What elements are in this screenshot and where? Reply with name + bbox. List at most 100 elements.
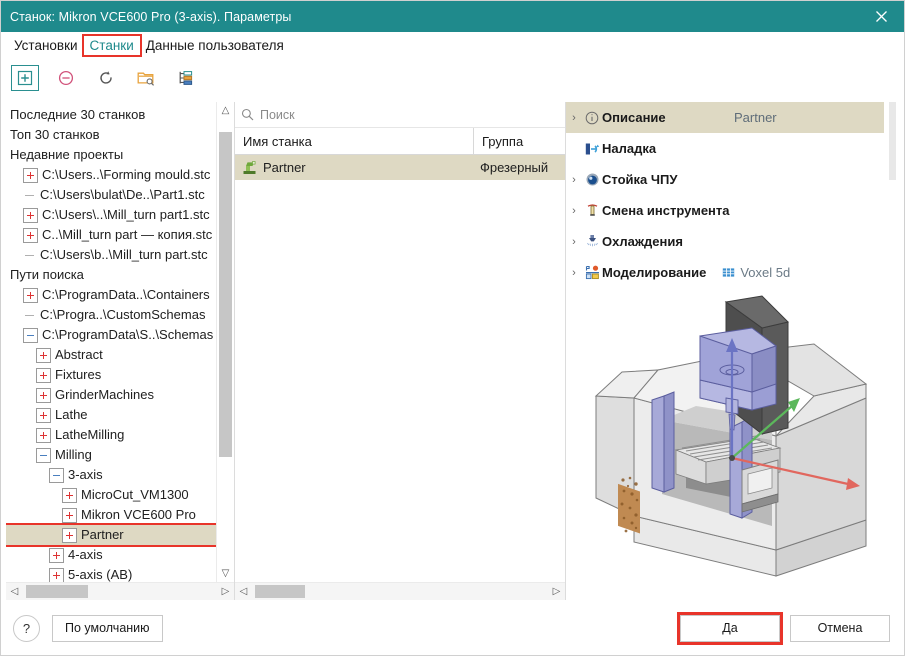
tree-item[interactable]: C:\Users..\Forming mould.stc [6,165,216,185]
expand-plus-icon[interactable] [36,428,51,443]
hscroll-thumb[interactable] [26,585,88,598]
expand-plus-icon[interactable] [36,348,51,363]
properties-scroll-thumb[interactable] [889,102,896,180]
menu-bar: Установки Станки Данные пользователя [1,32,904,59]
scroll-up-arrow[interactable]: △ [217,102,234,119]
table-hscroll-thumb[interactable] [255,585,305,598]
tree-item-selected[interactable]: Partner [6,525,216,545]
machine-tree[interactable]: Последние 30 станковТоп 30 станковНедавн… [6,102,216,582]
table-row[interactable]: Partner Фрезерный [235,155,565,180]
tree-item[interactable]: 3-axis [6,465,216,485]
cancel-button[interactable]: Отмена [790,615,890,642]
expand-plus-icon[interactable] [23,208,38,223]
collapse-minus-icon[interactable] [36,448,51,463]
expand-plus-icon[interactable] [23,288,38,303]
expand-plus-icon[interactable] [36,388,51,403]
expand-plus-icon[interactable] [49,568,64,583]
tree-item[interactable]: GrinderMachines [6,385,216,405]
scroll-thumb[interactable] [219,132,232,457]
property-row-coolant[interactable]: › Охлаждения [566,226,884,257]
scroll-left-arrow[interactable]: ◁ [6,586,23,597]
list-properties-button[interactable] [173,66,199,90]
tree-item-label: Топ 30 станков [10,125,100,145]
chevron-right-icon[interactable]: › [566,174,582,186]
tree-item[interactable]: Lathe [6,405,216,425]
expand-plus-icon[interactable] [49,548,64,563]
chevron-right-icon[interactable]: › [566,112,582,124]
scroll-down-arrow[interactable]: ▽ [217,565,234,582]
search-icon [241,108,254,121]
tree-item[interactable]: Milling [6,445,216,465]
list-tree-icon [178,70,194,86]
expand-plus-icon[interactable] [36,408,51,423]
expand-plus-icon[interactable] [36,368,51,383]
property-row-setup[interactable]: Наладка [566,133,884,164]
ok-button[interactable]: Да [680,615,780,642]
tree-scroll-area: Последние 30 станковТоп 30 станковНедавн… [6,102,234,582]
tree-item[interactable]: C:\Users\bulat\De..\Part1.stc [6,185,216,205]
collapse-minus-icon[interactable] [49,468,64,483]
property-row-cnc-controller[interactable]: › Стойка ЧПУ [566,164,884,195]
expand-plus-icon[interactable] [62,528,77,543]
column-header-group[interactable]: Группа [474,134,565,149]
collapse-minus-icon[interactable] [23,328,38,343]
property-value-simulation[interactable]: Voxel 5d [722,265,790,280]
cancel-button-wrapper: Отмена [790,615,890,642]
tree-item-label: C:\Users\b..\Mill_turn part.stc [40,245,208,265]
tree-item[interactable]: C:\ProgramData..\Containers [6,285,216,305]
property-row-simulation[interactable]: › Моделирование [566,257,884,288]
expand-plus-icon[interactable] [62,508,77,523]
column-header-name[interactable]: Имя станка [235,128,474,154]
table-scroll-right-arrow[interactable]: ▷ [548,586,565,597]
close-button[interactable] [858,1,904,32]
tree-item[interactable]: Недавние проекты [6,145,216,165]
tree-item[interactable]: Последние 30 станков [6,105,216,125]
simulation-icon [582,265,602,280]
tree-item[interactable]: 4-axis [6,545,216,565]
tree-item[interactable]: C:\Progra..\CustomSchemas [6,305,216,325]
expand-plus-icon[interactable] [23,228,38,243]
tree-vertical-scrollbar[interactable]: △ ▽ [216,102,234,582]
defaults-button[interactable]: По умолчанию [52,615,163,642]
tree-item[interactable]: Топ 30 станков [6,125,216,145]
chevron-right-icon[interactable]: › [566,205,582,217]
tree-item-label: Пути поиска [10,265,84,285]
menu-item-user-data[interactable]: Данные пользователя [140,36,290,55]
table-horizontal-scrollbar[interactable]: ◁ ▷ [235,582,565,600]
tree-item[interactable]: LatheMilling [6,425,216,445]
browse-folder-button[interactable] [133,66,159,90]
property-label: Смена инструмента [602,203,730,218]
refresh-button[interactable] [93,66,119,90]
property-value[interactable]: Partner [734,110,884,125]
property-row-description[interactable]: › Описание Partner [566,102,884,133]
table-body: Partner Фрезерный [235,155,565,582]
menu-item-ustanovki[interactable]: Установки [8,36,84,55]
tree-item[interactable]: C:\Users\..\Mill_turn part1.stc [6,205,216,225]
scroll-right-arrow[interactable]: ▷ [217,586,234,597]
chevron-right-icon[interactable]: › [566,267,582,279]
tree-item[interactable]: 5-axis (AB) [6,565,216,582]
tree-item[interactable]: Fixtures [6,365,216,385]
machine-3d-viewport[interactable] [566,288,899,600]
tree-item[interactable]: Mikron VCE600 Pro [6,505,216,525]
table-scroll-left-arrow[interactable]: ◁ [235,586,252,597]
tree-item[interactable]: Пути поиска [6,265,216,285]
tree-item[interactable]: C:\ProgramData\S..\Schemas [6,325,216,345]
add-machine-button[interactable] [11,65,39,91]
search-row[interactable]: Поиск [235,102,565,128]
expand-plus-icon[interactable] [62,488,77,503]
tree-horizontal-scrollbar[interactable]: ◁ ▷ [6,582,234,600]
remove-machine-button[interactable] [53,66,79,90]
tree-item[interactable]: Abstract [6,345,216,365]
property-row-tool-change[interactable]: › Смена инструмента [566,195,884,226]
menu-item-stanki[interactable]: Станки [84,36,140,55]
expand-plus-icon[interactable] [23,168,38,183]
tree-item[interactable]: C:\Users\b..\Mill_turn part.stc [6,245,216,265]
search-input[interactable]: Поиск [260,108,295,122]
chevron-right-icon[interactable]: › [566,236,582,248]
table-cell-name: Partner [235,160,472,175]
tree-item[interactable]: C..\Mill_turn part — копия.stc [6,225,216,245]
help-button[interactable]: ? [13,615,40,642]
tree-item[interactable]: MicroCut_VM1300 [6,485,216,505]
properties-vertical-scrollbar[interactable] [886,102,899,288]
